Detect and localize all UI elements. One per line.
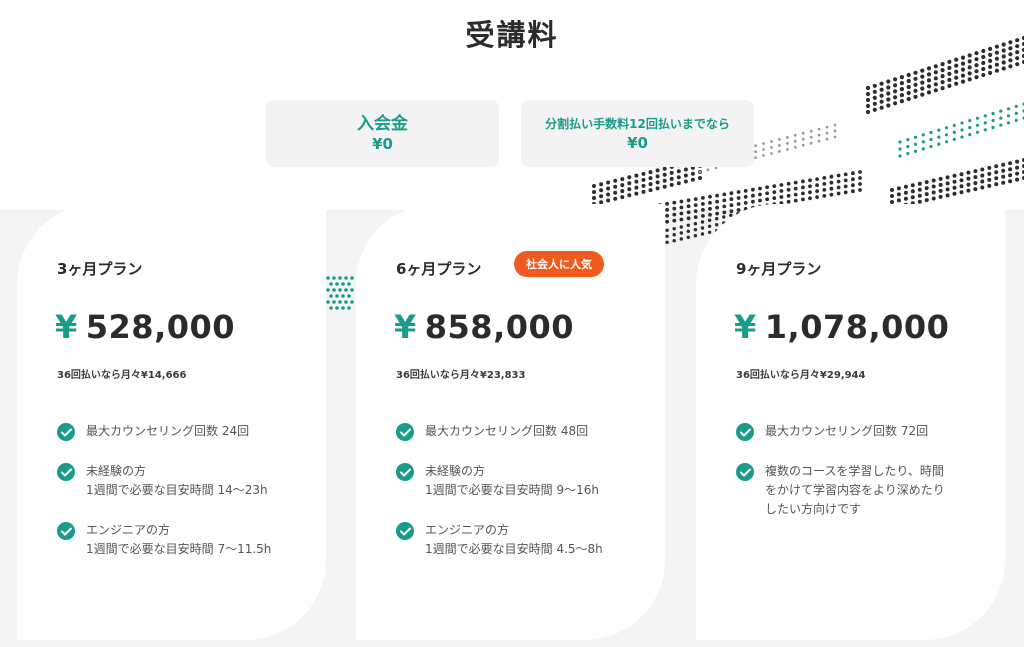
installment-fee-box: 分割払い手数料12回払いまでなら ¥0 xyxy=(521,100,754,167)
feature-text: 未経験の方 xyxy=(425,464,486,478)
check-circle-icon xyxy=(736,423,754,441)
feature-text: 複数のコースを学習したり、時間 xyxy=(765,464,944,478)
check-circle-icon xyxy=(396,522,414,540)
installment-fee-label: 分割払い手数料12回払いまでなら xyxy=(545,116,730,131)
plan-name: 3ヶ月プラン xyxy=(57,260,143,278)
feature-text: したい方向けです xyxy=(765,502,862,516)
feature-subtext: 1週間で必要な目安時間 7〜11.5h xyxy=(86,542,272,556)
page-title: 受講料 xyxy=(465,18,559,52)
feature-list: 最大カウンセリング回数 48回 未経験の方 1週間で必要な目安時間 9〜16h エ… xyxy=(396,423,646,581)
feature-subtext: 1週間で必要な目安時間 4.5〜8h xyxy=(425,542,603,556)
yen-symbol: ¥ xyxy=(734,308,757,346)
popular-badge: 社会人に人気 xyxy=(514,251,604,277)
feature-text: エンジニアの方 xyxy=(425,523,510,537)
price-amount: 858,000 xyxy=(424,308,575,346)
price-amount: 1,078,000 xyxy=(764,308,950,346)
feature-list: 最大カウンセリング回数 24回 未経験の方 1週間で必要な目安時間 14〜23h … xyxy=(57,423,307,581)
feature-item: 未経験の方 1週間で必要な目安時間 14〜23h xyxy=(57,463,307,500)
feature-text: エンジニアの方 xyxy=(86,523,171,537)
feature-text: をかけて学習内容をより深めたり xyxy=(765,483,945,497)
check-circle-icon xyxy=(57,522,75,540)
price-amount: 528,000 xyxy=(85,308,236,346)
monthly-payment: 36回払いなら月々¥29,944 xyxy=(736,370,866,381)
feature-text: 最大カウンセリング回数 24回 xyxy=(86,424,250,438)
feature-item: 複数のコースを学習したり、時間 をかけて学習内容をより深めたり したい方向けです xyxy=(736,463,986,519)
plan-name: 6ヶ月プラン xyxy=(396,260,482,278)
check-circle-icon xyxy=(57,463,75,481)
feature-text: 最大カウンセリング回数 48回 xyxy=(425,424,589,438)
entry-fee-value: ¥0 xyxy=(372,134,393,153)
monthly-payment: 36回払いなら月々¥23,833 xyxy=(396,370,526,381)
plan-price: ¥528,000 xyxy=(55,308,235,346)
entry-fee-label: 入会金 xyxy=(357,113,408,134)
check-circle-icon xyxy=(736,463,754,481)
feature-item: 最大カウンセリング回数 48回 xyxy=(396,423,646,441)
feature-item: 最大カウンセリング回数 24回 xyxy=(57,423,307,441)
check-circle-icon xyxy=(57,423,75,441)
feature-list: 最大カウンセリング回数 72回 複数のコースを学習したり、時間 をかけて学習内容を… xyxy=(736,423,986,541)
check-circle-icon xyxy=(396,423,414,441)
feature-item: 未経験の方 1週間で必要な目安時間 9〜16h xyxy=(396,463,646,500)
plan-price: ¥1,078,000 xyxy=(734,308,949,346)
plan-card-9-month: 9ヶ月プラン ¥1,078,000 36回払いなら月々¥29,944 最大カウン… xyxy=(696,204,1005,640)
feature-item: 最大カウンセリング回数 72回 xyxy=(736,423,986,441)
yen-symbol: ¥ xyxy=(394,308,417,346)
feature-subtext: 1週間で必要な目安時間 14〜23h xyxy=(86,483,268,497)
plan-card-6-month: 6ヶ月プラン 社会人に人気 ¥858,000 36回払いなら月々¥23,833 … xyxy=(356,204,665,640)
check-circle-icon xyxy=(396,463,414,481)
plan-card-3-month: 3ヶ月プラン ¥528,000 36回払いなら月々¥14,666 最大カウンセリ… xyxy=(17,204,326,640)
feature-text: 未経験の方 xyxy=(86,464,147,478)
feature-item: エンジニアの方 1週間で必要な目安時間 7〜11.5h xyxy=(57,522,307,559)
feature-subtext: 1週間で必要な目安時間 9〜16h xyxy=(425,483,599,497)
entry-fee-box: 入会金 ¥0 xyxy=(266,100,499,167)
plan-price: ¥858,000 xyxy=(394,308,574,346)
monthly-payment: 36回払いなら月々¥14,666 xyxy=(57,370,187,381)
feature-item: エンジニアの方 1週間で必要な目安時間 4.5〜8h xyxy=(396,522,646,559)
yen-symbol: ¥ xyxy=(55,308,78,346)
plan-name: 9ヶ月プラン xyxy=(736,260,822,278)
feature-text: 最大カウンセリング回数 72回 xyxy=(765,424,929,438)
installment-fee-value: ¥0 xyxy=(627,133,648,152)
